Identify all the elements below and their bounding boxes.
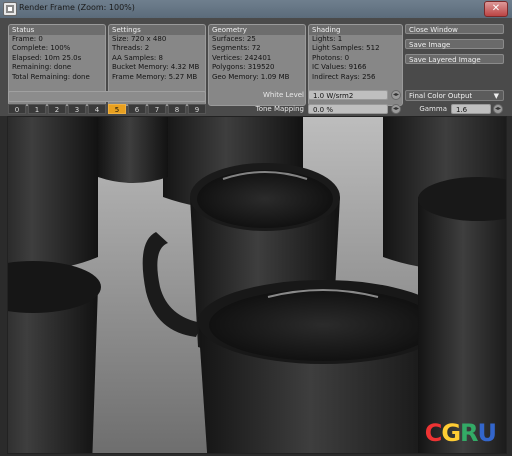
frame-button-4[interactable]: 4 <box>88 104 106 114</box>
cgru-logo: CGRU <box>424 419 497 447</box>
geometry-polygons: Polygons: 319520 <box>212 63 275 72</box>
status-total-remaining: Total Remaining: done <box>12 72 90 81</box>
output-select[interactable]: Final Color Output ▼ <box>405 90 504 101</box>
status-frame: Frame: 0 <box>12 35 43 43</box>
status-header: Status <box>9 25 105 35</box>
status-elapsed: Elapsed: 10m 25.0s <box>12 53 82 62</box>
frame-selector: 0 1 2 3 4 5 6 7 8 9 <box>8 104 208 114</box>
status-remaining: Remaining: done <box>12 63 72 72</box>
settings-header: Settings <box>109 25 205 35</box>
render-frame-icon <box>3 2 17 16</box>
title-bar: Render Frame (Zoom: 100%) ✕ <box>0 0 512 19</box>
white-level-label: White Level <box>262 91 304 99</box>
geometry-surfaces: Surfaces: 25 <box>212 35 256 43</box>
geometry-geo-memory: Geo Memory: 1.09 MB <box>212 72 290 81</box>
frame-button-7[interactable]: 7 <box>148 104 166 114</box>
output-select-value: Final Color Output <box>409 92 473 100</box>
gamma-field[interactable]: 1.6 <box>451 104 491 114</box>
front-right-mug <box>418 177 506 453</box>
shading-lights: Lights: 1 <box>312 35 343 43</box>
shading-photons: Photons: 0 <box>312 53 350 62</box>
control-panel: Status Frame: 0 Complete: 100% Elapsed: … <box>0 18 512 116</box>
front-center-mug <box>198 280 448 453</box>
settings-size: Size: 720 x 480 <box>112 35 167 43</box>
close-window-button[interactable]: Close Window <box>405 24 504 34</box>
frame-button-9[interactable]: 9 <box>188 104 206 114</box>
status-complete: Complete: 100% <box>12 44 71 53</box>
gamma-dial-icon[interactable]: ◂▸ <box>493 104 503 114</box>
save-layered-image-button[interactable]: Save Layered Image <box>405 54 504 64</box>
shading-light-samples: Light Samples: 512 <box>312 44 380 53</box>
white-level-dial-icon[interactable]: ◂▸ <box>391 90 401 100</box>
shading-header: Shading <box>309 25 402 35</box>
render-progress-bar <box>8 91 206 102</box>
save-image-button[interactable]: Save Image <box>405 39 504 49</box>
window-title: Render Frame (Zoom: 100%) <box>19 3 135 12</box>
settings-aa-samples: AA Samples: 8 <box>112 53 163 62</box>
settings-frame-memory: Frame Memory: 5.27 MB <box>112 72 198 81</box>
shading-ic-values: IC Values: 9166 <box>312 63 367 72</box>
tone-mapping-field[interactable]: 0.0 % <box>308 104 388 114</box>
chevron-down-icon: ▼ <box>493 92 499 100</box>
render-viewport[interactable]: CGRU <box>7 116 507 454</box>
frame-button-2[interactable]: 2 <box>48 104 66 114</box>
frame-button-5[interactable]: 5 <box>108 104 126 114</box>
gamma-label: Gamma <box>419 105 447 113</box>
frame-button-1[interactable]: 1 <box>28 104 46 114</box>
tone-mapping-label: Tone Mapping <box>255 105 304 113</box>
settings-threads: Threads: 2 <box>112 44 150 53</box>
frame-button-0[interactable]: 0 <box>8 104 26 114</box>
frame-button-6[interactable]: 6 <box>128 104 146 114</box>
shading-indirect-rays: Indirect Rays: 256 <box>312 72 376 81</box>
frame-button-8[interactable]: 8 <box>168 104 186 114</box>
front-left-mug <box>8 261 101 453</box>
white-level-field[interactable]: 1.0 W/srm2 <box>308 90 388 100</box>
rendered-image <box>8 117 506 453</box>
window-close-button[interactable]: ✕ <box>484 1 508 17</box>
settings-bucket-memory: Bucket Memory: 4.32 MB <box>112 63 200 72</box>
geometry-header: Geometry <box>209 25 305 35</box>
geometry-segments: Segments: 72 <box>212 44 261 53</box>
frame-button-3[interactable]: 3 <box>68 104 86 114</box>
geometry-vertices: Vertices: 242401 <box>212 53 272 62</box>
tone-mapping-dial-icon[interactable]: ◂▸ <box>391 104 401 114</box>
